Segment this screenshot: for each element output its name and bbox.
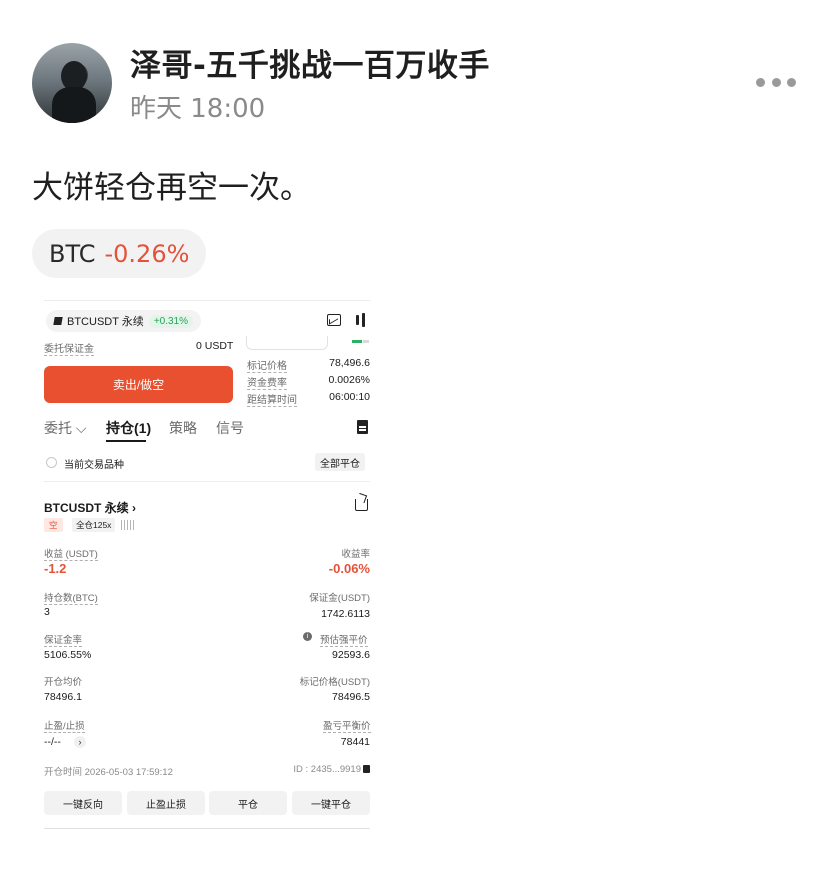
username[interactable]: 泽哥-五千挑战一百万收手 — [130, 40, 490, 85]
position-id: ID : 2435...9919 — [270, 764, 370, 775]
breakeven-label: 盈亏平衡价 — [323, 718, 371, 733]
stat-label: 标记价格 — [247, 357, 287, 373]
share-icon[interactable] — [355, 499, 368, 511]
avatar-body — [52, 87, 96, 123]
one-click-close-button[interactable]: 一键平仓 — [292, 791, 370, 815]
sell-short-button[interactable]: 卖出/做空 — [44, 366, 233, 403]
size-label: 持仓数(BTC) — [44, 590, 98, 605]
document-icon[interactable] — [357, 420, 368, 434]
current-pair-label: 当前交易品种 — [64, 460, 124, 471]
tab-signals[interactable]: 信号 — [216, 418, 244, 438]
info-icon[interactable]: i — [303, 632, 312, 641]
entry-price-value: 78496.1 — [44, 691, 82, 703]
post-time: 昨天 18:00 — [130, 94, 266, 124]
margin-mode-badge: 全仓125x — [72, 518, 116, 532]
chevron-right-icon[interactable]: › — [74, 736, 86, 748]
position-id-text: ID : 2435...9919 — [293, 764, 361, 775]
stat-label: 资金费率 — [247, 374, 287, 390]
breakeven-value: 78441 — [340, 736, 370, 748]
order-type-dropdown — [246, 336, 328, 350]
liquidation-label: 预估强平价 — [320, 632, 368, 647]
tpsl-button[interactable]: 止盈止损 — [127, 791, 205, 815]
depth-bar — [352, 340, 370, 344]
divider — [44, 828, 370, 829]
stat-value: 78,496.6 — [329, 357, 370, 369]
margin-ratio-label: 保证金率 — [44, 632, 83, 647]
current-pair-radio[interactable] — [46, 457, 57, 468]
close-position-button[interactable]: 平仓 — [209, 791, 287, 815]
more-options-icon[interactable] — [756, 76, 796, 88]
mark-price-value: 78496.5 — [332, 691, 370, 703]
avatar[interactable] — [32, 43, 112, 123]
size-value: 3 — [44, 606, 50, 618]
reverse-button[interactable]: 一键反向 — [44, 791, 122, 815]
leverage-bars-icon — [121, 519, 137, 531]
roi-label: 收益率 — [341, 549, 370, 560]
pair-pill: BTCUSDT 永续 +0.31% — [46, 310, 202, 332]
margin-label: 保证金(USDT) — [309, 593, 370, 604]
pnl-label: 收益 (USDT) — [44, 546, 98, 561]
pair-change: +0.31% — [148, 314, 194, 328]
open-time: 开仓时间 2026-05-03 17:59:12 — [44, 767, 173, 778]
margin-value: 1742.6113 — [321, 608, 370, 620]
entrusted-margin-value: 0 USDT — [196, 340, 234, 352]
ticker-chip[interactable]: BTC -0.26% — [32, 229, 207, 278]
trade-screenshot[interactable]: BTCUSDT 永续 +0.31% 委托保证金 0 USDT 标记价格 78,4… — [44, 300, 371, 830]
close-all-button[interactable]: 全部平仓 — [315, 453, 365, 471]
tab-orders[interactable]: 委托 ⌵ — [44, 418, 87, 438]
ticker-symbol: BTC — [49, 239, 96, 268]
divider — [44, 481, 370, 482]
roi-value: -0.06% — [328, 561, 370, 576]
mark-price-label: 标记价格(USDT) — [299, 677, 370, 688]
margin-ratio-value: 5106.55% — [44, 649, 92, 661]
tab-positions[interactable]: 持仓(1) — [106, 418, 151, 438]
active-tab-indicator — [106, 440, 146, 442]
ticker-change: -0.26% — [104, 239, 190, 268]
copy-icon[interactable] — [363, 765, 370, 773]
exchange-logo-icon — [53, 317, 63, 325]
position-title[interactable]: BTCUSDT 永续 › — [44, 499, 136, 516]
candlestick-icon — [355, 313, 367, 327]
liquidation-value: 92593.6 — [332, 649, 370, 661]
tab-strategy[interactable]: 策略 — [169, 418, 197, 438]
stat-value: 06:00:10 — [329, 391, 370, 403]
entrusted-margin-label: 委托保证金 — [44, 340, 94, 356]
stat-value: 0.0026% — [328, 374, 370, 386]
tpsl-value: --/-- — [44, 736, 61, 748]
stat-label: 距结算时间 — [247, 391, 297, 407]
pair-name: BTCUSDT 永续 — [67, 316, 144, 328]
divider — [44, 300, 370, 301]
pnl-value: -1.2 — [44, 561, 67, 576]
side-badge: 空 — [44, 518, 63, 532]
tpsl-label: 止盈/止损 — [44, 718, 85, 733]
chart-icon — [327, 314, 341, 326]
post-text: 大饼轻仓再空一次。 — [32, 170, 311, 206]
entry-price-label: 开仓均价 — [44, 677, 83, 688]
